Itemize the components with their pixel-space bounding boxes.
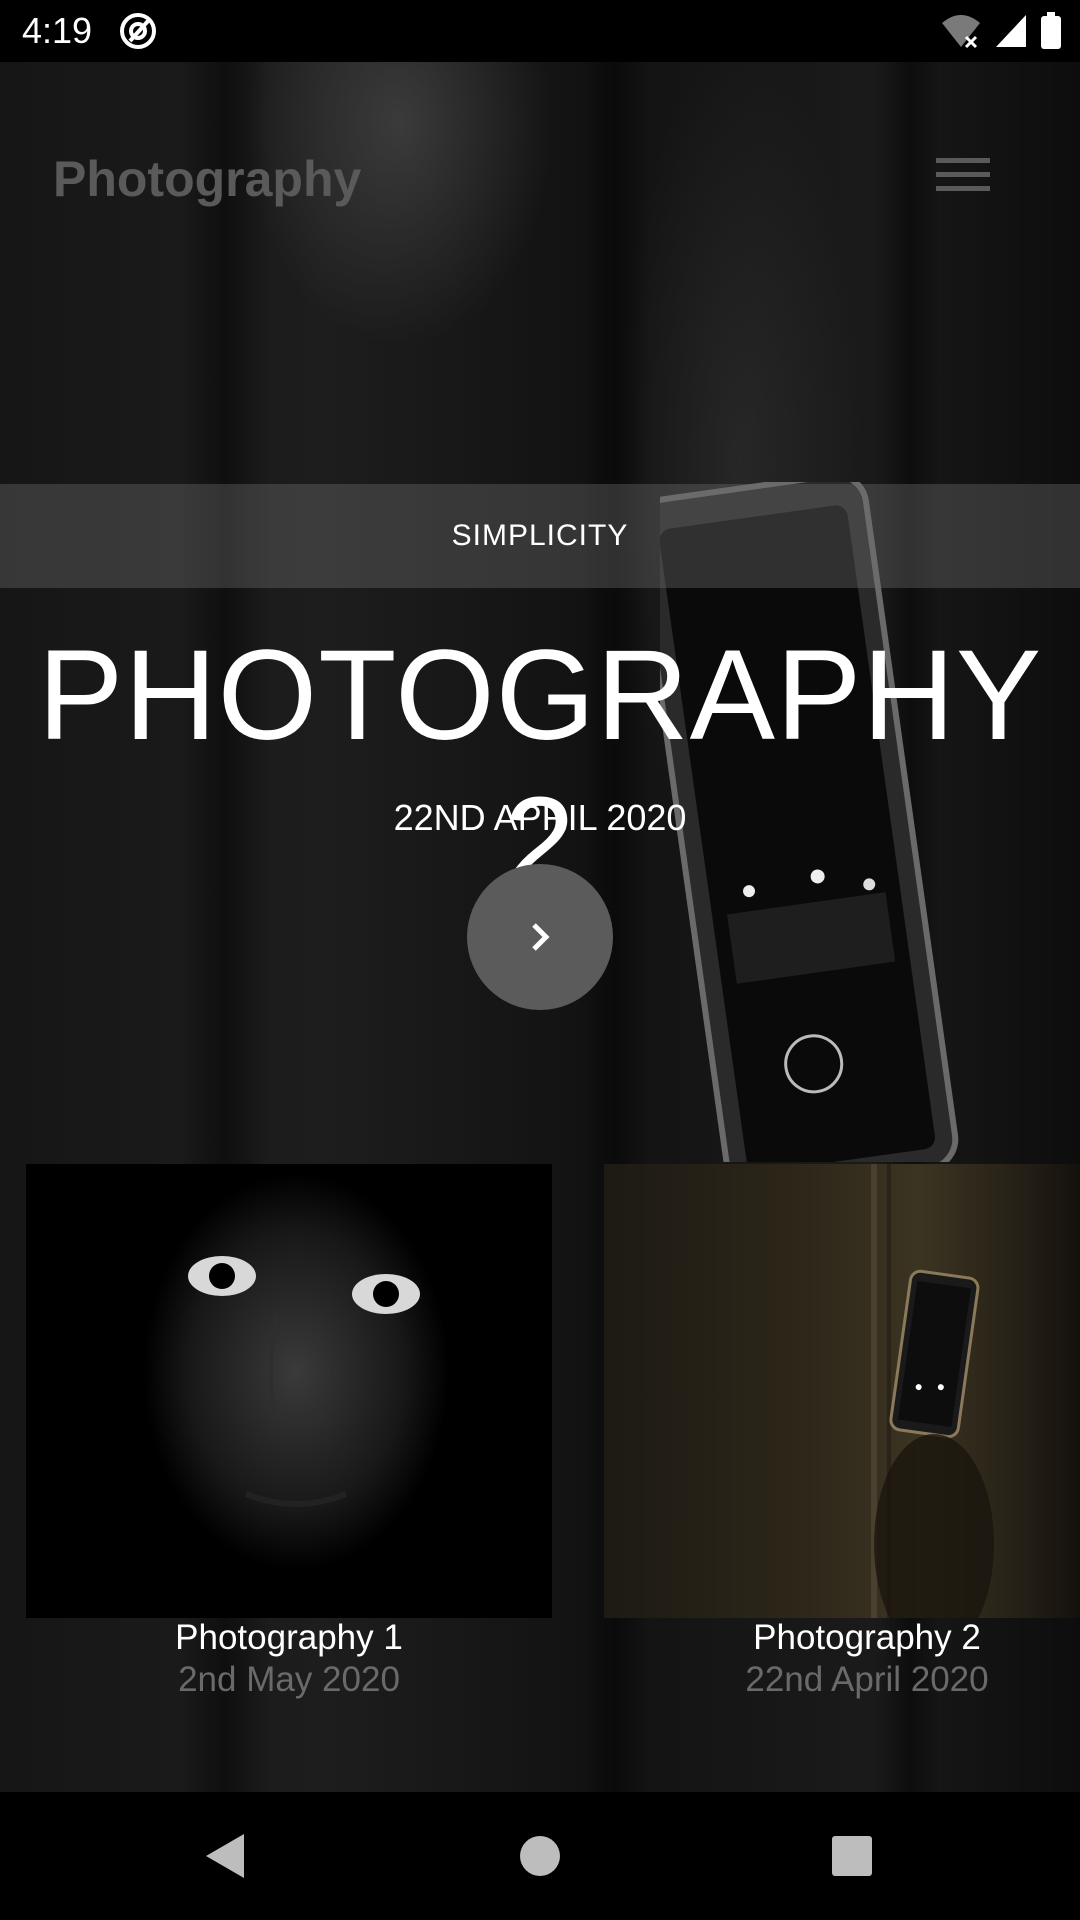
recents-icon[interactable] (822, 1826, 882, 1886)
portrait-image (26, 1164, 552, 1618)
system-nav-bar (0, 1792, 1080, 1920)
brand-title[interactable]: Photography (53, 150, 361, 208)
status-bar: 4:19 (0, 0, 1080, 62)
chevron-right-icon (532, 923, 550, 951)
status-time: 4:19 (22, 10, 93, 51)
back-icon[interactable] (196, 1826, 256, 1886)
card-image-portrait[interactable] (26, 1164, 552, 1618)
card-date: 2nd May 2020 (178, 1660, 400, 1699)
hero-date: 22ND APRIL 2020 (393, 797, 687, 838)
post-card[interactable]: Photography 2 22nd April 2020 (604, 1164, 1080, 1699)
home-icon[interactable] (510, 1826, 570, 1886)
card-title[interactable]: Photography 1 (26, 1618, 552, 1658)
post-card[interactable]: Photography 1 2nd May 2020 (26, 1164, 552, 1699)
tag-label: SIMPLICITY (451, 519, 629, 552)
next-button[interactable] (467, 864, 613, 1010)
wifi-off-icon (942, 15, 980, 49)
card-image-phone[interactable] (604, 1164, 1080, 1618)
card-date: 22nd April 2020 (745, 1660, 989, 1699)
phone-image (871, 1164, 994, 1618)
at-sign-icon (120, 13, 156, 49)
battery-icon (1041, 12, 1061, 49)
card-title[interactable]: Photography 2 (604, 1618, 1080, 1658)
hamburger-menu-icon[interactable] (936, 158, 990, 202)
tag-band: SIMPLICITY (0, 484, 1080, 588)
hero-background: Photography SIMPLICITY PHOTOGRAPHY 2 22N… (0, 62, 1080, 1792)
signal-icon (996, 15, 1026, 47)
